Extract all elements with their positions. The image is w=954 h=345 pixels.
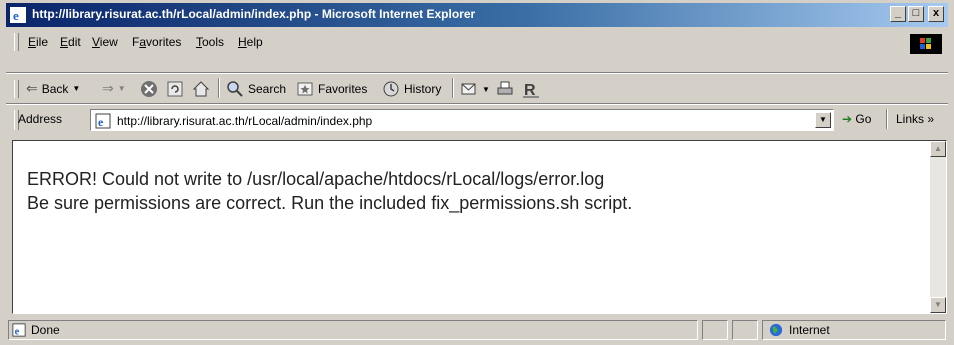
zone-label: Internet [789, 323, 830, 337]
search-button[interactable]: Search [226, 80, 286, 98]
menu-file[interactable]: Eile [28, 35, 48, 49]
standard-toolbar: ⇐ Back ▼ ⇒ ▼ Search Favorites History ▼ … [6, 76, 948, 102]
forward-arrow-icon: ⇒ [102, 80, 114, 96]
menubar-grip[interactable] [14, 33, 19, 51]
separator [6, 72, 948, 74]
stop-icon [141, 81, 157, 97]
separator [886, 109, 888, 129]
toolbar-grip[interactable] [14, 80, 19, 98]
forward-button[interactable]: ⇒ ▼ [102, 80, 126, 97]
favorites-button[interactable]: Favorites [296, 80, 367, 98]
history-icon [383, 81, 399, 97]
back-arrow-icon: ⇐ [26, 80, 38, 96]
address-input[interactable]: e http://library.risurat.ac.th/rLocal/ad… [90, 109, 834, 131]
address-label: Address [18, 112, 63, 126]
error-hint-line: Be sure permissions are correct. Run the… [27, 193, 633, 213]
chevron-down-icon: ▼ [934, 300, 942, 309]
chevron-up-icon: ▲ [934, 144, 942, 153]
scroll-up-button[interactable]: ▲ [930, 141, 946, 157]
page-icon: e [95, 113, 111, 129]
separator [452, 78, 454, 98]
separator [6, 103, 948, 105]
chevron-down-icon: ▼ [72, 84, 81, 93]
print-button[interactable] [496, 80, 514, 98]
stop-button[interactable] [140, 80, 158, 98]
refresh-icon [167, 81, 183, 97]
scroll-down-button[interactable]: ▼ [930, 297, 946, 313]
error-message: ERROR! Could not write to /usr/local/apa… [27, 167, 632, 215]
search-icon [227, 81, 243, 97]
vertical-scrollbar[interactable]: ▲ ▼ [930, 141, 946, 313]
page-icon: e [12, 323, 26, 337]
menu-favorites[interactable]: Favorites [132, 35, 181, 49]
windows-logo-icon [910, 34, 942, 54]
status-panel: e Done [8, 320, 698, 340]
status-bar: e Done Internet [6, 318, 948, 342]
svg-text:e: e [13, 8, 19, 23]
menu-bar: Eile Edit View Favorites Tools Help [6, 30, 948, 54]
ie-logo-icon: e [10, 7, 26, 23]
menu-view[interactable]: View [92, 35, 118, 49]
refresh-button[interactable] [166, 80, 184, 98]
favorites-icon [297, 82, 313, 96]
chevron-down-icon: ▼ [819, 115, 827, 124]
mail-button[interactable]: ▼ [460, 80, 490, 98]
home-button[interactable] [192, 80, 210, 98]
title-bar[interactable]: e http://library.risurat.ac.th/rLocal/ad… [6, 3, 948, 27]
address-url[interactable]: http://library.risurat.ac.th/rLocal/admi… [117, 114, 372, 128]
status-text: Done [31, 323, 60, 337]
error-line: ERROR! Could not write to /usr/local/apa… [27, 169, 605, 189]
menu-help[interactable]: Help [238, 35, 263, 49]
svg-text:e: e [15, 326, 20, 337]
zone-panel: Internet [762, 320, 946, 340]
discuss-button[interactable]: R [522, 80, 540, 98]
address-dropdown-button[interactable]: ▼ [815, 112, 831, 128]
home-icon [192, 81, 210, 97]
svg-text:e: e [98, 115, 104, 129]
page-content: ERROR! Could not write to /usr/local/apa… [12, 140, 947, 314]
links-button[interactable]: Links » [896, 112, 934, 126]
chevron-down-icon: ▼ [482, 84, 490, 94]
mail-icon [461, 83, 476, 95]
address-bar: Address e http://library.risurat.ac.th/r… [6, 106, 948, 134]
separator [218, 78, 220, 98]
window-title: http://library.risurat.ac.th/rLocal/admi… [32, 7, 476, 21]
status-panel [732, 320, 758, 340]
browser-window: e http://library.risurat.ac.th/rLocal/ad… [0, 0, 954, 345]
print-icon [497, 81, 513, 95]
minimize-button[interactable]: _ [890, 6, 906, 22]
svg-text:R: R [524, 82, 536, 98]
menu-edit[interactable]: Edit [60, 35, 81, 49]
history-button[interactable]: History [382, 80, 441, 98]
maximize-button[interactable]: □ [908, 6, 924, 22]
menu-tools[interactable]: Tools [196, 35, 224, 49]
close-button[interactable]: x [928, 6, 944, 22]
back-button[interactable]: ⇐ Back ▼ [26, 80, 80, 97]
discuss-icon: R [523, 82, 539, 98]
status-panel [702, 320, 728, 340]
go-button[interactable]: ➔ Go [842, 112, 871, 126]
globe-icon [769, 323, 783, 337]
chevron-down-icon: ▼ [117, 84, 126, 93]
go-arrow-icon: ➔ [842, 112, 853, 126]
